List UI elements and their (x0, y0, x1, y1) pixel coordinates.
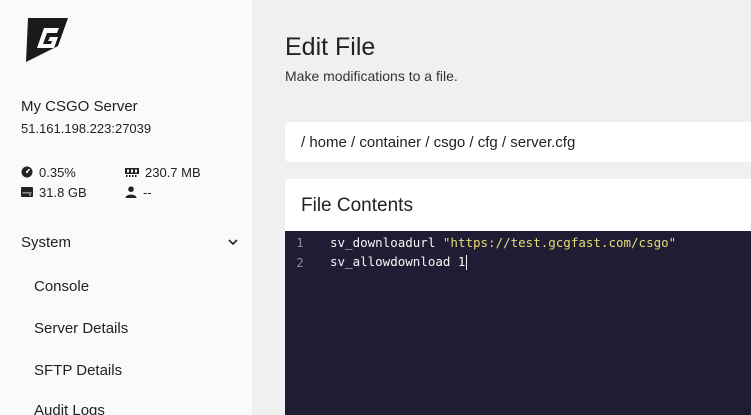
disk-stat: 31.8 GB (21, 184, 125, 200)
players-stat: -- (125, 184, 235, 200)
code-keyword: sv_allowdownload 1 (330, 254, 466, 269)
sidebar-item-console[interactable]: Console (34, 278, 89, 295)
cpu-value: 0.35% (39, 164, 76, 180)
memory-stat: 230.7 MB (125, 164, 235, 180)
gauge-icon (21, 166, 33, 178)
page-subtitle: Make modifications to a file. (285, 68, 458, 84)
server-name: My CSGO Server (21, 98, 138, 115)
sidebar-item-sftp-details[interactable]: SFTP Details (34, 362, 122, 379)
players-value: -- (143, 184, 152, 200)
logo-icon[interactable] (22, 16, 70, 64)
nav-group-label: System (21, 233, 72, 251)
chevron-down-icon (228, 239, 238, 246)
hdd-icon (21, 187, 33, 197)
file-contents-card: File Contents 1 sv_downloadurl "https://… (285, 179, 751, 415)
line-number: 2 (296, 254, 304, 270)
editor-line[interactable]: 1 sv_downloadurl "https://test.gcgfast.c… (285, 232, 751, 252)
server-stats: 0.35% 230.7 MB 31.8 GB -- (21, 164, 241, 200)
code-editor[interactable]: 1 sv_downloadurl "https://test.gcgfast.c… (285, 231, 751, 415)
app-root: My CSGO Server 51.161.198.223:27039 0.35… (0, 0, 751, 415)
disk-value: 31.8 GB (39, 184, 87, 200)
code-string: "https://test.gcgfast.com/csgo" (442, 234, 677, 250)
line-number: 1 (296, 234, 304, 250)
cpu-stat: 0.35% (21, 164, 125, 180)
line-code[interactable]: sv_allowdownload 1 (319, 254, 468, 270)
breadcrumb[interactable]: / home / container / csgo / cfg / server… (285, 122, 751, 162)
main-content: Edit File Make modifications to a file. … (253, 0, 751, 415)
user-icon (125, 186, 137, 198)
server-ip: 51.161.198.223:27039 (21, 121, 152, 136)
memory-icon (125, 168, 139, 177)
sidebar: My CSGO Server 51.161.198.223:27039 0.35… (0, 0, 253, 415)
breadcrumb-path[interactable]: / home / container / csgo / cfg / server… (301, 134, 575, 151)
line-code[interactable]: sv_downloadurl "https://test.gcgfast.com… (319, 235, 676, 250)
editor-line[interactable]: 2 sv_allowdownload 1 (285, 252, 751, 272)
code-keyword: sv_downloadurl (330, 234, 443, 250)
nav-group-system[interactable]: System (0, 227, 253, 257)
page-title: Edit File (285, 33, 376, 61)
file-contents-title: File Contents (301, 195, 413, 216)
text-cursor (466, 255, 468, 270)
sidebar-item-server-details[interactable]: Server Details (34, 320, 128, 337)
memory-value: 230.7 MB (145, 164, 201, 180)
sidebar-item-audit-logs[interactable]: Audit Logs (34, 402, 105, 415)
